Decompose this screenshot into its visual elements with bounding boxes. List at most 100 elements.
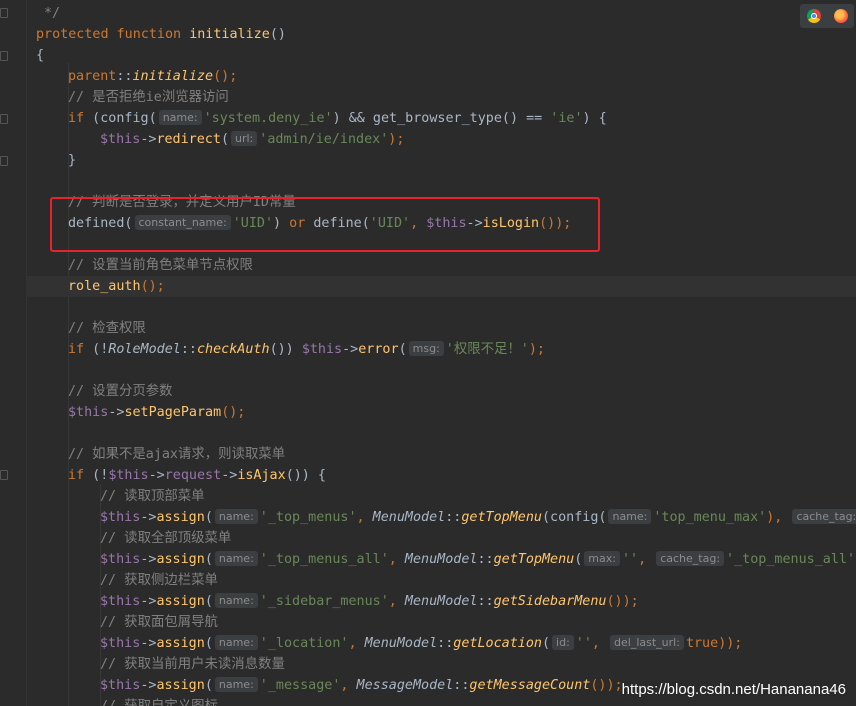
string-literal: '_location' [259,636,349,651]
code-line: if (!$this->request->isAjax()) { [26,465,856,486]
scope-operator: :: [477,594,494,609]
code-line: $this->assign(name: '_location', MenuMode… [26,633,856,654]
arrow-operator: -> [140,510,157,525]
punctuation: ( [204,678,213,693]
chrome-icon[interactable] [806,9,821,23]
punctuation: ( [204,636,213,651]
punctuation: ( [541,636,551,651]
keyword-parent: parent [68,69,117,84]
static-method: getSidebarMenu [493,594,607,609]
punctuation: ( [204,552,213,567]
brace: } [68,153,77,168]
param-hint: name: [158,110,202,125]
punctuation: ); [388,132,405,147]
string-literal: 'admin/ie/index' [259,132,389,147]
punctuation: ); [528,342,545,357]
method-call: assign [156,678,205,693]
punctuation: ), [766,510,783,525]
punctuation: ()); [606,594,639,609]
code-line-current: role_auth(); [26,276,856,297]
comment-end: */ [44,6,61,21]
punctuation: ()); [590,678,623,693]
code-comment: // 获取侧边栏菜单 [100,573,218,588]
code-editor[interactable]: */ protected function initialize() { par… [26,0,856,706]
keyword-if: if [68,342,85,357]
fold-marker-icon[interactable] [0,156,8,166]
punctuation: , [356,510,373,525]
punctuation: , [388,594,405,609]
scope-operator: :: [180,342,197,357]
code-line: if (config(name:'system.deny_ie') && get… [26,108,856,129]
method-call: assign [156,594,205,609]
code-line: $this->assign(name: '_top_menus', MenuMod… [26,507,856,528]
this-variable: $this [100,552,141,567]
code-text: ()) { [285,468,326,483]
code-text: ) { [582,111,607,126]
arrow-operator: -> [140,678,157,693]
method-call: isAjax [237,468,286,483]
string-literal: '' [575,636,592,651]
this-variable: $this [100,510,141,525]
fold-marker-icon[interactable] [0,470,8,480]
method-call: error [358,342,399,357]
fold-marker-icon[interactable] [0,8,8,18]
code-line: // 获取侧边栏菜单 [26,570,856,591]
method-call: assign [156,510,205,525]
static-method: getTopMenu [493,552,575,567]
code-line: { [26,45,856,66]
method-call: assign [156,552,205,567]
punctuation: , [638,552,647,567]
fold-marker-icon[interactable] [0,51,8,61]
class-name: MenuModel [364,636,438,651]
code-line: // 设置分页参数 [26,381,856,402]
firefox-icon[interactable] [833,9,848,23]
code-line: $this->redirect(url:'admin/ie/index'); [26,129,856,150]
arrow-operator: -> [140,132,157,147]
code-text: (config( [84,111,157,126]
code-line: protected function initialize() [26,24,856,45]
string-literal: 'system.deny_ie' [203,111,333,126]
property: request [164,468,222,483]
class-name: MessageModel [356,678,454,693]
punctuation: ( [204,594,213,609]
code-line: // 是否拒绝ie浏览器访问 [26,87,856,108]
this-variable: $this [108,468,149,483]
code-comment: // 获取面包屑导航 [100,615,218,630]
keyword-true: true [685,636,719,651]
static-method: getMessageCount [469,678,591,693]
string-literal: 'ie' [550,111,583,126]
punctuation: ( [204,510,213,525]
param-hint: max: [584,551,620,566]
brace: { [36,48,45,63]
code-line: // 获取面包屑导航 [26,612,856,633]
code-comment: // 读取顶部菜单 [100,489,205,504]
method-call: initialize [132,69,214,84]
code-line: // 获取当前用户未读消息数量 [26,654,856,675]
keyword-function: function [116,27,182,42]
code-comment: // 检查权限 [68,321,146,336]
method-call: setPageParam [124,405,222,420]
param-hint: name: [608,509,652,524]
punctuation: ( [574,552,583,567]
code-text: ()) [269,342,302,357]
arrow-operator: -> [221,468,238,483]
scope-operator: :: [116,69,133,84]
punctuation: , [348,636,365,651]
code-comment: // 设置分页参数 [68,384,173,399]
string-literal: '_top_menus_all' [259,552,389,567]
scope-operator: :: [453,678,470,693]
static-method: checkAuth [197,342,270,357]
param-hint: name: [214,593,258,608]
code-line: if (!RoleModel::checkAuth()) $this->erro… [26,339,856,360]
punctuation: , [591,636,600,651]
this-variable: $this [100,594,141,609]
code-line: $this->setPageParam(); [26,402,856,423]
code-comment: // 获取当前用户未读消息数量 [100,657,285,672]
code-line: // 如果不是ajax请求，则读取菜单 [26,444,856,465]
punctuation: () [269,27,286,42]
code-comment: // 读取全部顶级菜单 [100,531,232,546]
scope-operator: :: [437,636,454,651]
code-line: // 检查权限 [26,318,856,339]
fold-marker-icon[interactable] [0,114,8,124]
code-line: $this->assign(name: '_sidebar_menus', Men… [26,591,856,612]
